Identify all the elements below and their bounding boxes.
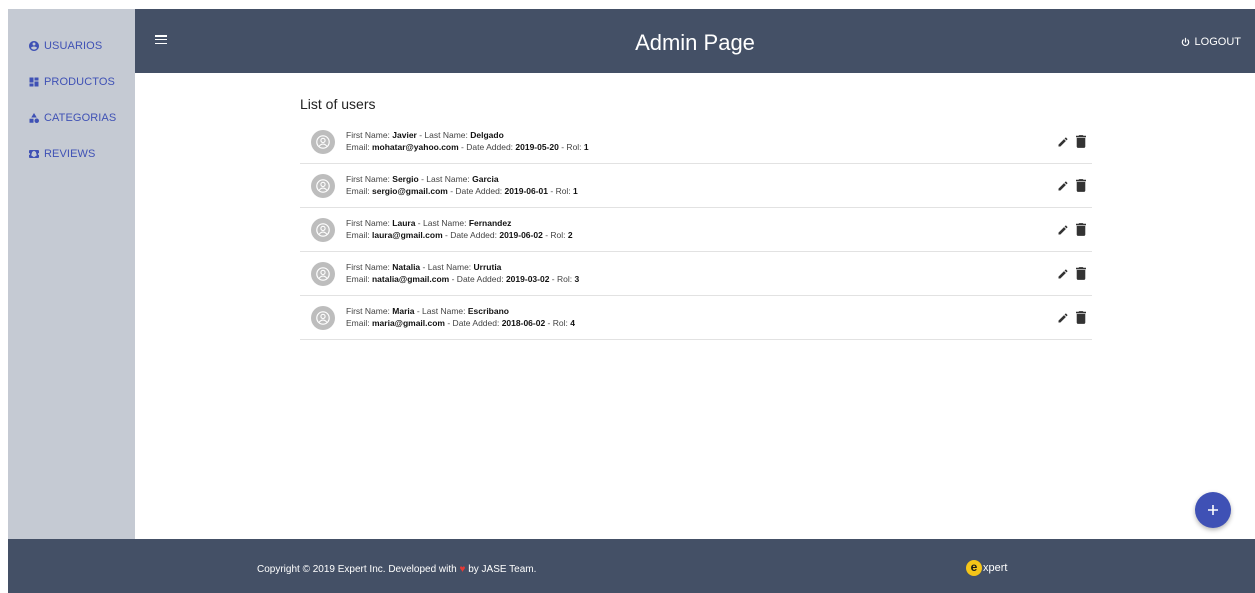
delete-icon[interactable] <box>1076 135 1086 148</box>
first-name: Javier <box>392 130 417 140</box>
power-icon <box>1181 37 1189 46</box>
user-meta-line: Email: mohatar@yahoo.com - Date Added: 2… <box>346 142 589 152</box>
user-meta-line: Email: natalia@gmail.com - Date Added: 2… <box>346 274 580 284</box>
copyright-text: Copyright © 2019 Expert Inc. Developed w… <box>257 564 536 575</box>
edit-icon[interactable] <box>1057 180 1069 192</box>
user-list-item[interactable]: First Name: Natalia - Last Name: Urrutia… <box>300 252 1092 296</box>
user-list-item[interactable]: First Name: Laura - Last Name: Fernandez… <box>300 208 1092 252</box>
sidebar-item-usuarios[interactable]: USUARIOS <box>8 28 135 64</box>
delete-icon[interactable] <box>1076 311 1086 324</box>
rol: 4 <box>570 318 575 328</box>
category-icon <box>29 113 39 123</box>
brand-letter: e <box>966 560 982 576</box>
sidebar-item-label: REVIEWS <box>44 148 96 160</box>
user-name-line: First Name: Laura - Last Name: Fernandez <box>346 218 512 228</box>
date-added: 2018-06-02 <box>501 318 546 328</box>
avatar-icon <box>316 179 330 193</box>
user-list-item[interactable]: First Name: Javier - Last Name: Delgado … <box>300 120 1092 164</box>
user-name-line: First Name: Javier - Last Name: Delgado <box>346 130 504 140</box>
user-list-item[interactable]: First Name: Maria - Last Name: Escribano… <box>300 296 1092 340</box>
email: laura@gmail.com <box>371 230 443 240</box>
first-name: Maria <box>392 306 415 316</box>
avatar-icon <box>316 135 330 149</box>
edit-icon[interactable] <box>1057 268 1069 280</box>
date-added: 2019-05-20 <box>515 142 559 152</box>
avatar <box>311 174 335 198</box>
first-name: Sergio <box>392 174 419 184</box>
sidebar-item-categorias[interactable]: CATEGORIAS <box>8 100 135 136</box>
first-name: Natalia <box>392 262 421 272</box>
avatar <box>311 218 335 242</box>
user-list-item[interactable]: First Name: Sergio - Last Name: Garcia E… <box>300 164 1092 208</box>
email: natalia@gmail.com <box>371 274 450 284</box>
avatar-icon <box>316 311 330 325</box>
logout-label: LOGOUT <box>1194 36 1241 48</box>
add-user-button[interactable] <box>1195 492 1231 528</box>
email: mohatar@yahoo.com <box>371 142 459 152</box>
last-name: Delgado <box>470 130 504 140</box>
edit-icon[interactable] <box>1057 136 1069 148</box>
sidebar-item-productos[interactable]: PRODUCTOS <box>8 64 135 100</box>
avatar <box>311 130 335 154</box>
user-details: First Name: Maria - Last Name: Escribano… <box>346 305 575 329</box>
delete-icon[interactable] <box>1076 267 1086 280</box>
ticket-icon <box>29 150 39 158</box>
date-added: 2019-06-02 <box>499 230 543 240</box>
delete-icon[interactable] <box>1076 179 1086 192</box>
user-meta-line: Email: laura@gmail.com - Date Added: 201… <box>346 230 573 240</box>
avatar-icon <box>316 267 330 281</box>
first-name: Laura <box>392 218 416 228</box>
app-header: Admin Page LOGOUT <box>135 9 1255 73</box>
user-details: First Name: Natalia - Last Name: Urrutia… <box>346 261 579 285</box>
user-meta-line: Email: maria@gmail.com - Date Added: 201… <box>346 318 575 328</box>
page-title: Admin Page <box>635 30 755 55</box>
delete-icon[interactable] <box>1076 223 1086 236</box>
sidebar-item-reviews[interactable]: REVIEWS <box>8 136 135 172</box>
last-name: Garcia <box>472 174 499 184</box>
copyright-before: Copyright © 2019 Expert Inc. Developed w… <box>257 564 460 575</box>
sidebar-item-label: CATEGORIAS <box>44 112 117 124</box>
date-added: 2019-03-02 <box>505 274 550 284</box>
plus-icon <box>1208 505 1218 515</box>
user-details: First Name: Laura - Last Name: Fernandez… <box>346 217 573 241</box>
user-details: First Name: Sergio - Last Name: Garcia E… <box>346 173 578 197</box>
user-name-line: First Name: Maria - Last Name: Escribano <box>346 306 509 316</box>
rol: 2 <box>567 230 573 240</box>
sidebar: USUARIOS PRODUCTOS CATEGORIAS REVIEWS <box>8 9 135 539</box>
user-details: First Name: Javier - Last Name: Delgado … <box>346 129 589 153</box>
user-meta-line: Email: sergio@gmail.com - Date Added: 20… <box>346 186 578 196</box>
brand-text: xpert <box>983 562 1008 574</box>
copyright-after: by JASE Team. <box>465 564 537 575</box>
user-name-line: First Name: Sergio - Last Name: Garcia <box>346 174 499 184</box>
last-name: Escribano <box>467 306 509 316</box>
rol: 1 <box>573 186 578 196</box>
footer: Copyright © 2019 Expert Inc. Developed w… <box>8 539 1255 593</box>
avatar <box>311 262 335 286</box>
avatar-icon <box>316 223 330 237</box>
edit-icon[interactable] <box>1057 224 1069 236</box>
sidebar-item-label: PRODUCTOS <box>44 76 115 88</box>
expert-logo: e xpert <box>966 560 1007 576</box>
avatar <box>311 306 335 330</box>
account-circle-icon <box>29 41 39 51</box>
dashboard-icon <box>29 77 39 87</box>
rol: 1 <box>583 142 589 152</box>
user-name-line: First Name: Natalia - Last Name: Urrutia <box>346 262 502 272</box>
last-name: Fernandez <box>468 218 512 228</box>
admin-page: USUARIOS PRODUCTOS CATEGORIAS REVIEWS Ad… <box>0 0 1255 593</box>
email: sergio@gmail.com <box>371 186 448 196</box>
date-added: 2019-06-01 <box>504 186 549 196</box>
list-title: List of users <box>300 96 376 112</box>
rol: 3 <box>574 274 580 284</box>
user-list: First Name: Javier - Last Name: Delgado … <box>300 120 1092 340</box>
logout-button[interactable]: LOGOUT <box>1180 36 1241 48</box>
email: maria@gmail.com <box>371 318 445 328</box>
edit-icon[interactable] <box>1057 312 1069 324</box>
last-name: Urrutia <box>473 262 502 272</box>
sidebar-item-label: USUARIOS <box>44 40 103 52</box>
